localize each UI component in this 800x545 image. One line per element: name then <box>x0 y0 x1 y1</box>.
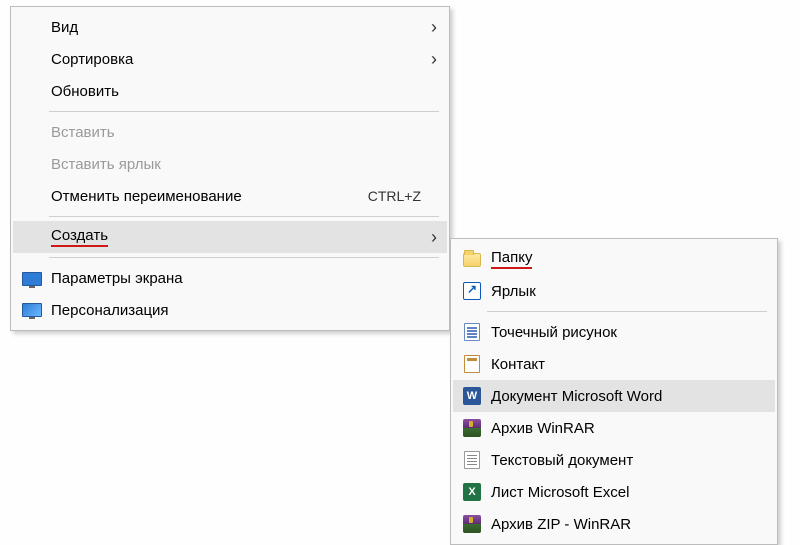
word-icon: W <box>459 387 485 405</box>
menu-item-shortcut: CTRL+Z <box>368 188 437 204</box>
excel-icon: X <box>459 483 485 501</box>
create-submenu: Папку Ярлык Точечный рисунок Контакт W Д… <box>450 238 778 545</box>
menu-item-create[interactable]: Создать › <box>13 221 447 253</box>
menu-item-label: Отменить переименование <box>45 188 368 205</box>
submenu-item-text-document[interactable]: Текстовый документ <box>453 444 775 476</box>
menu-item-label: Текстовый документ <box>485 452 765 469</box>
chevron-right-icon: › <box>431 228 437 246</box>
winrar-icon <box>459 419 485 437</box>
menu-separator <box>49 257 439 258</box>
menu-item-label: Создать <box>45 227 437 247</box>
menu-item-view[interactable]: Вид › <box>13 11 447 43</box>
personalization-icon <box>19 303 45 317</box>
submenu-item-shortcut[interactable]: Ярлык <box>453 275 775 307</box>
menu-item-undo-rename[interactable]: Отменить переименование CTRL+Z <box>13 180 447 212</box>
folder-icon <box>459 251 485 267</box>
winrar-zip-icon <box>459 515 485 533</box>
menu-item-sort[interactable]: Сортировка › <box>13 43 447 75</box>
shortcut-icon <box>459 282 485 300</box>
bitmap-icon <box>459 323 485 341</box>
highlight-annotation: Папку <box>491 249 532 269</box>
menu-item-label: Архив WinRAR <box>485 420 765 437</box>
submenu-item-winrar-archive[interactable]: Архив WinRAR <box>453 412 775 444</box>
chevron-right-icon: › <box>431 50 437 68</box>
submenu-item-excel-sheet[interactable]: X Лист Microsoft Excel <box>453 476 775 508</box>
menu-item-label: Папку <box>485 249 765 269</box>
chevron-right-icon: › <box>431 18 437 36</box>
menu-separator <box>49 111 439 112</box>
menu-item-paste: Вставить <box>13 116 447 148</box>
menu-item-label: Точечный рисунок <box>485 324 765 341</box>
submenu-item-folder[interactable]: Папку <box>453 243 775 275</box>
menu-separator <box>49 216 439 217</box>
highlight-annotation: Создать <box>51 227 108 247</box>
menu-item-paste-shortcut: Вставить ярлык <box>13 148 447 180</box>
submenu-item-contact[interactable]: Контакт <box>453 348 775 380</box>
menu-item-label: Сортировка <box>45 51 437 68</box>
text-document-icon <box>459 451 485 469</box>
submenu-item-zip-winrar[interactable]: Архив ZIP - WinRAR <box>453 508 775 540</box>
menu-item-personalization[interactable]: Персонализация <box>13 294 447 326</box>
menu-item-label: Вид <box>45 19 437 36</box>
display-icon <box>19 271 45 286</box>
menu-item-label: Вставить ярлык <box>45 156 437 173</box>
menu-item-label: Персонализация <box>45 302 437 319</box>
submenu-item-bitmap[interactable]: Точечный рисунок <box>453 316 775 348</box>
submenu-item-word-document[interactable]: W Документ Microsoft Word <box>453 380 775 412</box>
contact-icon <box>459 355 485 373</box>
menu-item-label: Обновить <box>45 83 437 100</box>
menu-item-label: Вставить <box>45 124 437 141</box>
menu-separator <box>487 311 767 312</box>
menu-item-label: Контакт <box>485 356 765 373</box>
menu-item-label: Лист Microsoft Excel <box>485 484 765 501</box>
menu-item-label: Ярлык <box>485 283 765 300</box>
desktop-context-menu: Вид › Сортировка › Обновить Вставить Вст… <box>10 6 450 331</box>
menu-item-display-settings[interactable]: Параметры экрана <box>13 262 447 294</box>
menu-item-refresh[interactable]: Обновить <box>13 75 447 107</box>
menu-item-label: Параметры экрана <box>45 270 437 287</box>
menu-item-label: Документ Microsoft Word <box>485 388 765 405</box>
menu-item-label: Архив ZIP - WinRAR <box>485 516 765 533</box>
